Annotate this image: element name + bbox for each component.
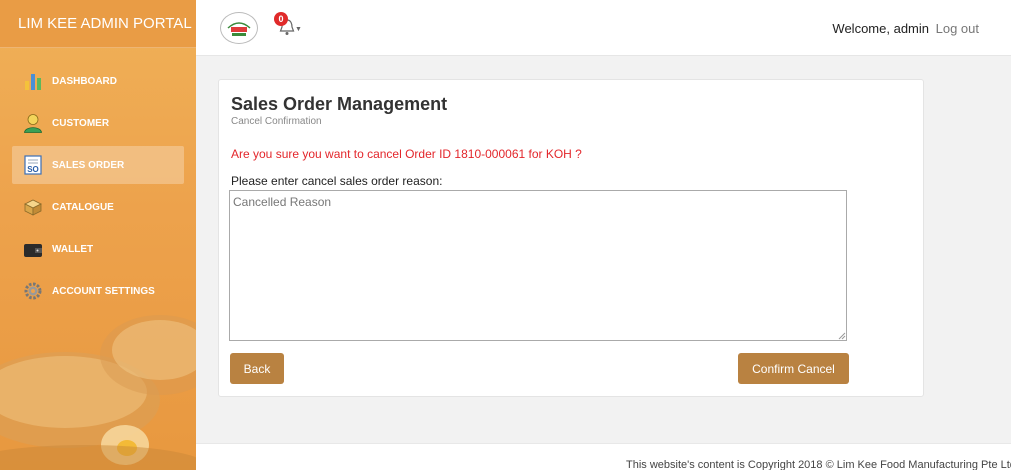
cancel-reason-textarea[interactable] bbox=[229, 190, 847, 341]
copyright-text: This website's content is Copyright 2018… bbox=[626, 459, 1011, 470]
sidebar: LIM KEE ADMIN PORTAL DASHBOARD CUSTOMER bbox=[0, 0, 196, 470]
page-subtitle: Cancel Confirmation bbox=[231, 116, 322, 127]
brand-title: LIM KEE ADMIN PORTAL bbox=[0, 0, 196, 48]
sidebar-item-wallet[interactable]: WALLET bbox=[12, 230, 184, 268]
sidebar-item-label: CATALOGUE bbox=[52, 201, 114, 213]
sidebar-item-account-settings[interactable]: ACCOUNT SETTINGS bbox=[12, 272, 184, 310]
cancel-warning-message: Are you sure you want to cancel Order ID… bbox=[231, 147, 582, 161]
sidebar-item-sales-order[interactable]: SO SALES ORDER bbox=[12, 146, 184, 184]
company-logo bbox=[220, 12, 258, 44]
sidebar-item-label: ACCOUNT SETTINGS bbox=[52, 285, 155, 297]
page-title: Sales Order Management bbox=[231, 94, 448, 114]
bar-chart-icon bbox=[22, 70, 44, 92]
sidebar-item-catalogue[interactable]: CATALOGUE bbox=[12, 188, 184, 226]
user-icon bbox=[22, 112, 44, 134]
top-header: 0 ▼ Welcome, admin Log out bbox=[196, 0, 1011, 56]
cancel-order-panel: Sales Order Management Cancel Confirmati… bbox=[218, 79, 924, 397]
resize-grip-icon[interactable] bbox=[837, 331, 846, 340]
sidebar-item-dashboard[interactable]: DASHBOARD bbox=[12, 62, 184, 100]
sales-order-icon: SO bbox=[22, 154, 44, 176]
svg-text:SO: SO bbox=[27, 165, 39, 174]
sidebar-item-label: WALLET bbox=[52, 243, 94, 255]
sidebar-item-customer[interactable]: CUSTOMER bbox=[12, 104, 184, 142]
notification-count-badge: 0 bbox=[274, 12, 288, 26]
logout-link[interactable]: Log out bbox=[936, 21, 979, 36]
footer: This website's content is Copyright 2018… bbox=[196, 443, 1011, 470]
confirm-cancel-button[interactable]: Confirm Cancel bbox=[738, 353, 849, 384]
back-button[interactable]: Back bbox=[230, 353, 284, 384]
box-icon bbox=[22, 196, 44, 218]
welcome-text: Welcome, admin bbox=[832, 21, 929, 36]
sidebar-item-label: SALES ORDER bbox=[52, 159, 125, 171]
chevron-down-icon[interactable]: ▼ bbox=[295, 26, 302, 33]
gear-icon bbox=[22, 280, 44, 302]
reason-label: Please enter cancel sales order reason: bbox=[231, 174, 443, 188]
sidebar-item-label: DASHBOARD bbox=[52, 75, 117, 87]
sidebar-nav: DASHBOARD CUSTOMER SO SALES ORDER CATALO… bbox=[0, 48, 196, 310]
sidebar-item-label: CUSTOMER bbox=[52, 117, 110, 129]
wallet-icon bbox=[22, 238, 44, 260]
